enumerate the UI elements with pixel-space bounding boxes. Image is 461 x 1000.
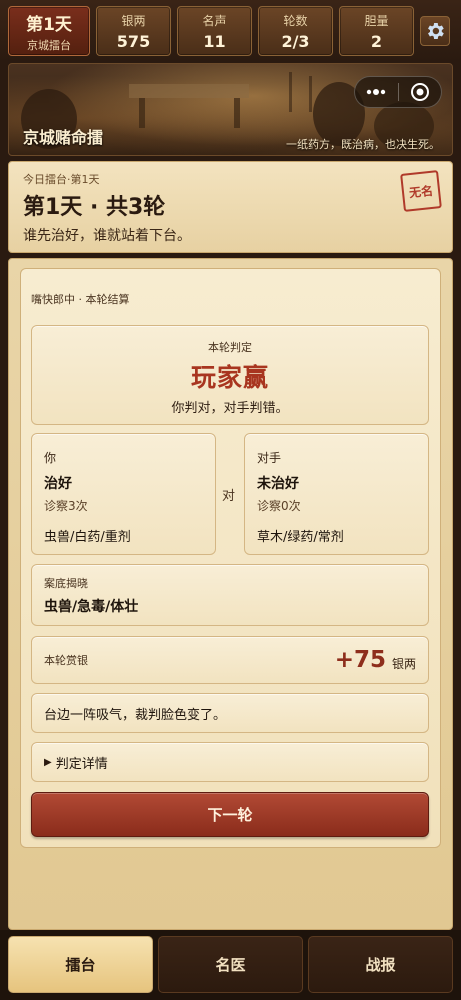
day-title: 第1天: [26, 14, 72, 35]
versus-label: 对: [222, 489, 236, 504]
stat-label: 银两: [121, 13, 146, 28]
verdict-box: 本轮判定 玩家赢 你判对，对手判错。: [31, 325, 429, 425]
more-dots-icon: [367, 89, 386, 95]
opponent-diagnosis: 草木/绿药/常剂: [257, 530, 344, 545]
arena-banner: 京城赌命擂 一纸药方，既治病，也决生死。: [8, 63, 453, 156]
mini-program-capsule: [354, 76, 442, 108]
reward-amount: +75: [334, 647, 386, 673]
case-reveal-value: 虫兽/急毒/体壮: [44, 599, 139, 615]
stat-fame: 名声 11: [177, 6, 252, 56]
triangle-right-icon: ▶: [44, 756, 52, 768]
opponent-outcome: 未治好: [257, 476, 299, 492]
flavor-text: 台边一阵吸气，裁判脸色变了。: [31, 693, 429, 733]
opponent-label: 对手: [257, 451, 282, 465]
banner-slogan: 一纸药方，既治病，也决生死。: [286, 138, 440, 151]
banner-title: 京城赌命擂: [23, 128, 104, 147]
stat-value: 11: [203, 31, 226, 51]
player-inspect-count: 诊察3次: [44, 499, 88, 513]
stat-label: 轮数: [283, 13, 308, 28]
opponent-inspect-count: 诊察0次: [257, 499, 301, 513]
bottom-tab-bar: 擂台 名医 战报: [0, 930, 461, 1000]
player-diagnosis: 虫兽/白药/重剂: [44, 530, 131, 545]
close-circle-icon: [410, 83, 429, 101]
arena-description: 谁先治好，谁就站着下台。: [23, 228, 191, 244]
stat-rounds: 轮数 2/3: [258, 6, 333, 56]
next-round-button[interactable]: 下一轮: [31, 792, 429, 837]
reward-unit: 银两: [391, 656, 416, 671]
reward-box: 本轮赏银 +75 银两: [31, 636, 429, 684]
reward-label: 本轮赏银: [44, 654, 88, 667]
stat-courage: 胆量 2: [339, 6, 414, 56]
stat-value: 2/3: [281, 31, 310, 51]
player-card: 你 治好 诊察3次 虫兽/白药/重剂: [31, 433, 216, 555]
player-label: 你: [44, 451, 57, 465]
day-badge: 第1天 京城擂台: [8, 6, 90, 56]
stat-value: 2: [370, 31, 383, 51]
nameless-seal: 无名: [400, 170, 442, 212]
arena-subtitle: 今日擂台·第1天: [23, 173, 100, 186]
gear-icon: [428, 23, 444, 39]
stat-label: 名声: [202, 13, 227, 28]
stat-silver: 银两 575: [96, 6, 171, 56]
more-button[interactable]: [355, 77, 398, 107]
day-location: 京城擂台: [27, 38, 71, 52]
player-outcome: 治好: [44, 476, 72, 492]
opponent-card: 对手 未治好 诊察0次 草木/绿药/常剂: [244, 433, 429, 555]
stats-bar: 第1天 京城擂台 银两 575 名声 11 轮数 2/3 胆量 2: [0, 0, 461, 62]
case-reveal-label: 案底揭晓: [44, 577, 88, 590]
verdict-description: 你判对，对手判错。: [171, 401, 289, 416]
arena-header: 今日擂台·第1天 第1天 · 共3轮 谁先治好，谁就站着下台。 无名: [8, 161, 453, 253]
arena-heading: 第1天 · 共3轮: [23, 195, 166, 220]
verdict-result: 玩家赢: [190, 363, 269, 392]
verdict-details-label: 判定详情: [55, 756, 108, 772]
verdict-label: 本轮判定: [208, 341, 252, 354]
tab-battle-report[interactable]: 战报: [308, 936, 453, 993]
stat-value: 575: [116, 31, 151, 51]
round-summary-label: 嘴快郎中 · 本轮结算: [31, 293, 130, 306]
stat-label: 胆量: [364, 13, 389, 28]
verdict-details-toggle[interactable]: ▶ 判定详情: [31, 742, 429, 782]
settings-button[interactable]: [420, 16, 450, 46]
case-reveal-box: 案底揭晓 虫兽/急毒/体壮: [31, 564, 429, 626]
tab-famous-doctors[interactable]: 名医: [158, 936, 303, 993]
close-button[interactable]: [399, 77, 442, 107]
tab-arena[interactable]: 擂台: [8, 936, 153, 993]
